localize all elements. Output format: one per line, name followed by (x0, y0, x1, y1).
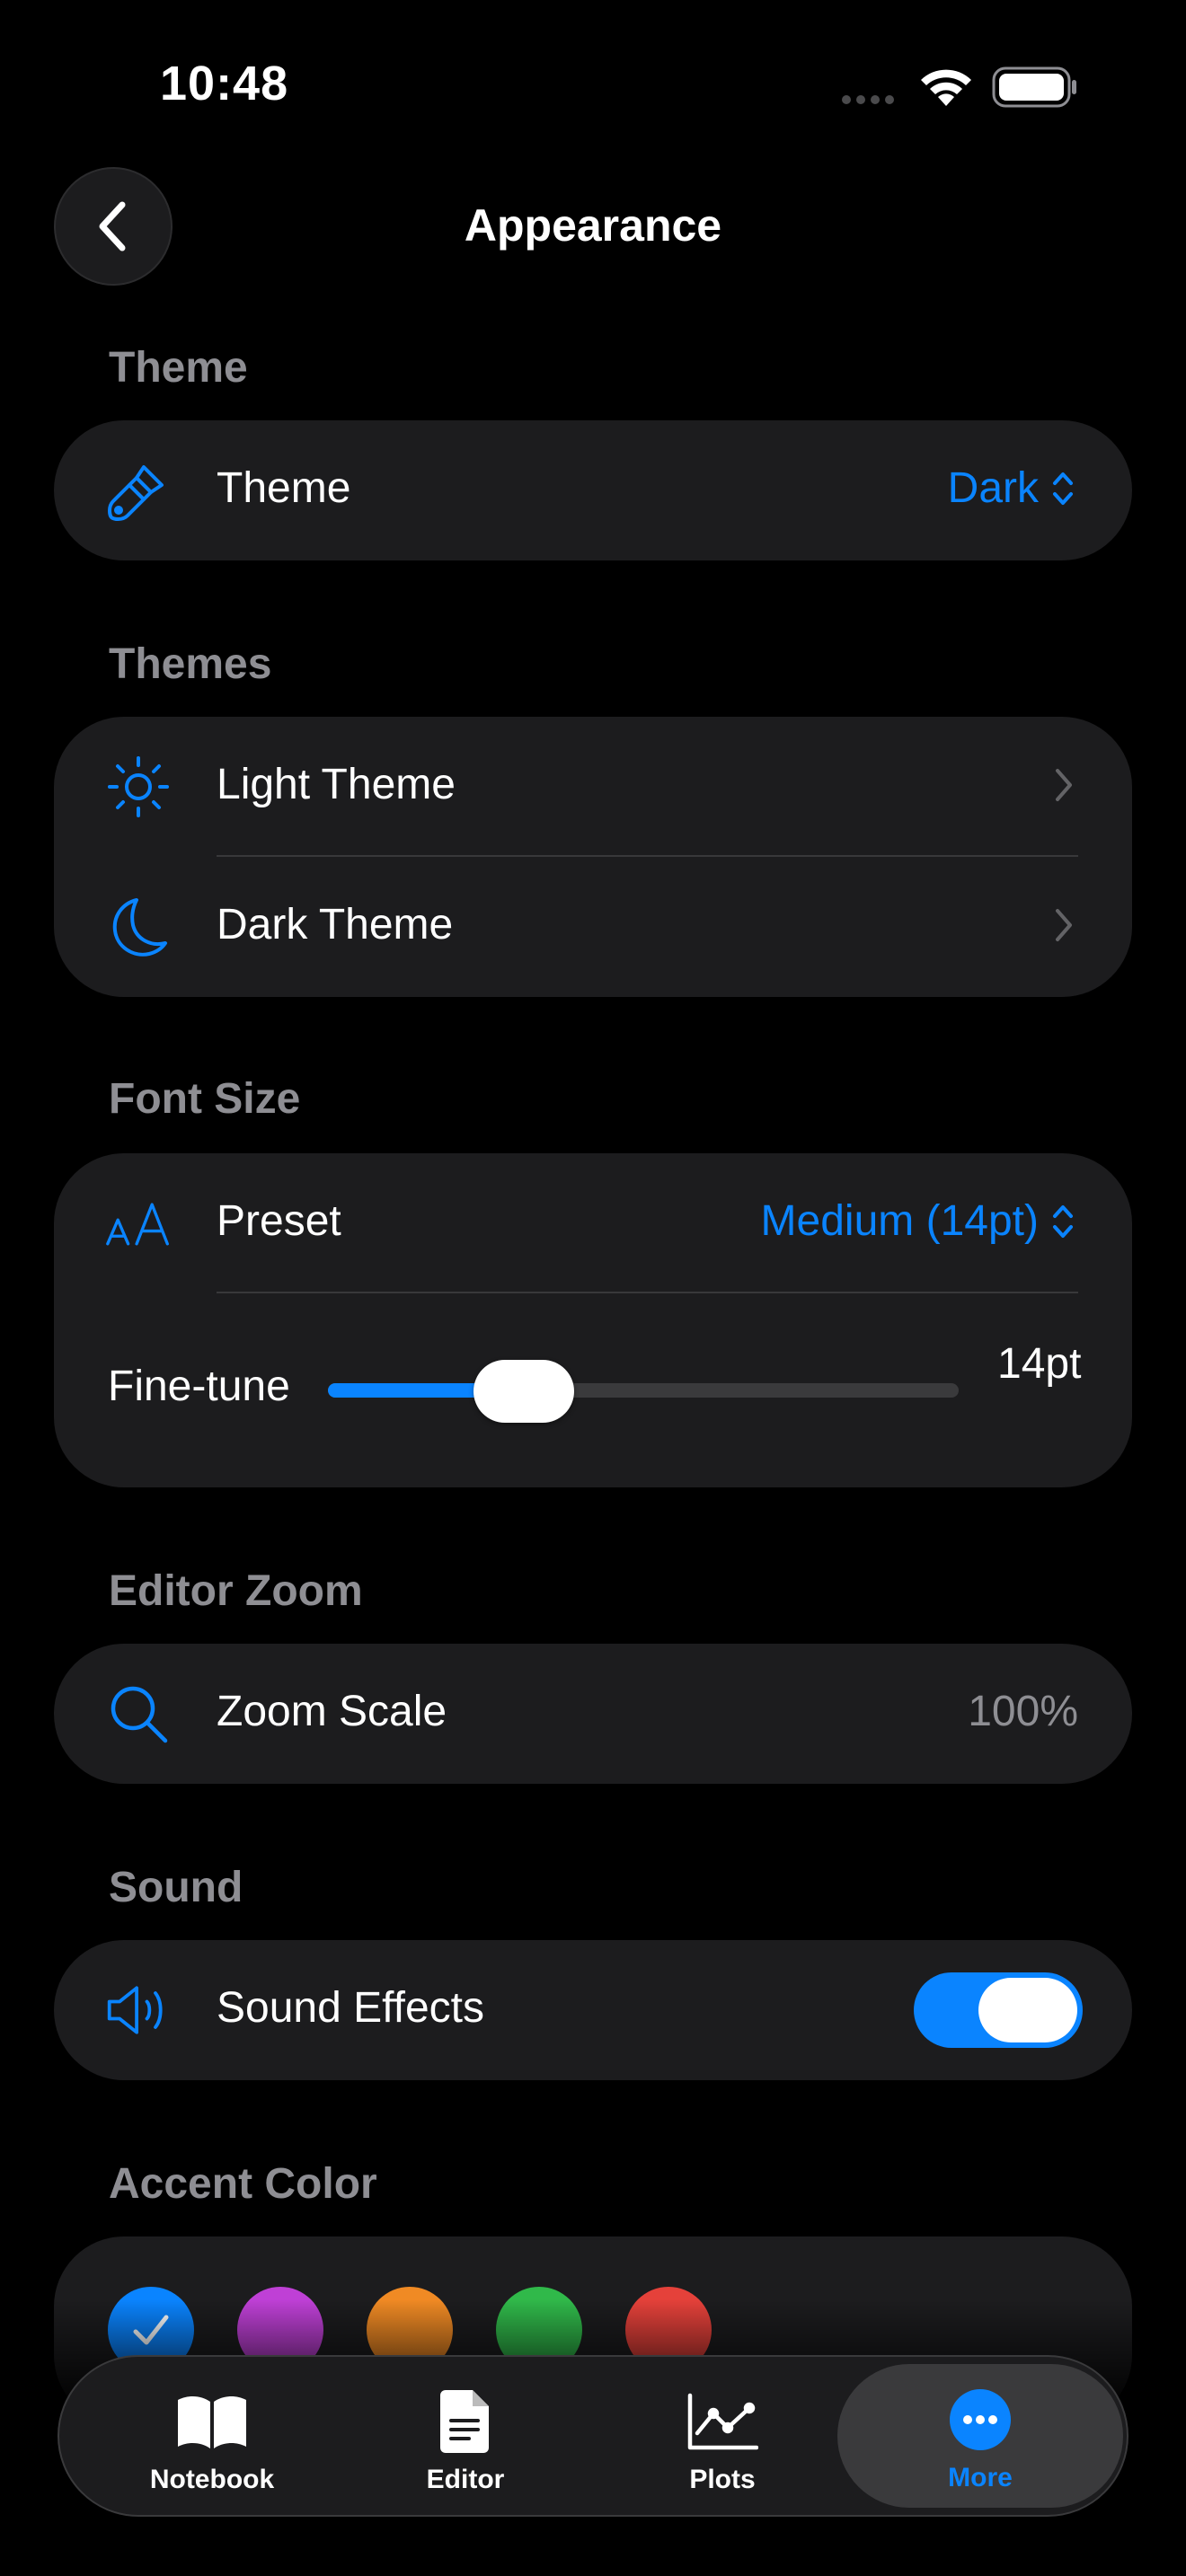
document-icon (438, 2387, 492, 2456)
divider (217, 1292, 1078, 1293)
zoom-scale-value: 100% (968, 1688, 1078, 1735)
theme-picker-row[interactable]: Theme Dark (54, 420, 1132, 560)
preset-value-text: Medium (14pt) (760, 1197, 1039, 1245)
light-theme-label: Light Theme (217, 761, 456, 808)
tab-editor[interactable]: Editor (340, 2357, 591, 2515)
section-label-font-size: Font Size (109, 1075, 301, 1123)
tab-bar: Notebook Editor Plots More (58, 2355, 1128, 2517)
section-label-theme: Theme (109, 344, 248, 392)
tab-notebook[interactable]: Notebook (86, 2357, 338, 2515)
section-label-editor-zoom: Editor Zoom (109, 1567, 363, 1615)
section-label-themes: Themes (109, 640, 272, 688)
fine-tune-label: Fine-tune (108, 1363, 290, 1410)
status-time: 10:48 (160, 57, 289, 110)
sound-effects-label: Sound Effects (217, 1984, 484, 2032)
editor-zoom-card: Zoom Scale 100% (54, 1644, 1132, 1784)
theme-row-label: Theme (217, 464, 351, 512)
preset-label: Preset (217, 1197, 341, 1245)
zoom-scale-row[interactable]: Zoom Scale 100% (54, 1644, 1132, 1784)
chevron-up-down-icon (1053, 1204, 1073, 1238)
dark-theme-label: Dark Theme (217, 901, 454, 948)
theme-card: Theme Dark (54, 420, 1132, 560)
theme-value-text: Dark (947, 464, 1039, 512)
book-icon (174, 2387, 250, 2456)
tab-label: Notebook (149, 2465, 275, 2494)
chevron-right-icon (1056, 769, 1072, 801)
preset-row[interactable]: Preset Medium (14pt) (54, 1153, 1132, 1293)
preset-value[interactable]: Medium (14pt) (761, 1196, 1075, 1246)
tab-plots[interactable]: Plots (597, 2357, 848, 2515)
theme-value[interactable]: Dark (948, 463, 1075, 513)
tab-more[interactable]: More (837, 2364, 1123, 2508)
tab-label: More (948, 2463, 1013, 2492)
toggle-knob (978, 1978, 1077, 2042)
speaker-icon (104, 1976, 173, 2044)
chevron-right-icon (1056, 909, 1072, 941)
section-label-accent-color: Accent Color (109, 2160, 377, 2208)
ellipsis-circle-icon (948, 2386, 1013, 2454)
sound-card: Sound Effects (54, 1940, 1132, 2080)
page-title: Appearance (464, 200, 722, 251)
section-label-sound: Sound (109, 1864, 243, 1911)
magnifier-icon (104, 1680, 173, 1748)
text-size-icon (104, 1189, 173, 1257)
slider-thumb[interactable] (473, 1360, 574, 1423)
fine-tune-value: 14pt (997, 1340, 1082, 1388)
light-theme-row[interactable]: Light Theme (54, 717, 1132, 857)
wifi-icon (918, 66, 974, 108)
sound-effects-row: Sound Effects (54, 1940, 1132, 2080)
battery-icon (992, 66, 1078, 108)
chart-icon (686, 2387, 758, 2456)
sun-icon (104, 753, 173, 821)
dark-theme-row[interactable]: Dark Theme (54, 857, 1132, 997)
cellular-icon (841, 93, 898, 104)
font-size-slider[interactable] (328, 1383, 959, 1398)
paintbrush-icon (104, 456, 173, 525)
sound-effects-toggle[interactable] (914, 1972, 1083, 2048)
zoom-scale-label: Zoom Scale (217, 1688, 447, 1735)
chevron-up-down-icon (1053, 472, 1073, 505)
tab-label: Editor (426, 2465, 505, 2494)
font-size-card: Preset Medium (14pt) Fine-tune 14pt (54, 1153, 1132, 1487)
moon-icon (104, 893, 173, 961)
themes-card: Light Theme Dark Theme (54, 717, 1132, 997)
tab-label: Plots (689, 2465, 756, 2494)
